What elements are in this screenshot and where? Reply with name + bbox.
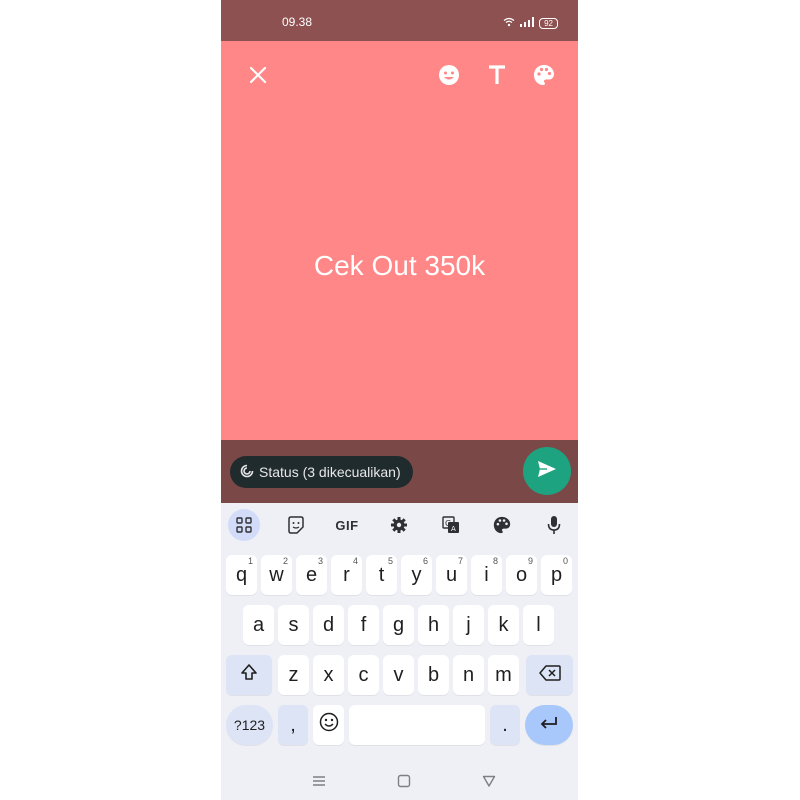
- wifi-icon: [503, 14, 515, 32]
- key-w[interactable]: w2: [261, 555, 292, 595]
- key-f[interactable]: f: [348, 605, 379, 645]
- microphone-icon[interactable]: [538, 509, 570, 541]
- key-d[interactable]: d: [313, 605, 344, 645]
- key-k[interactable]: k: [488, 605, 519, 645]
- comma-key[interactable]: ,: [278, 705, 308, 745]
- status-editor-canvas[interactable]: Cek Out 350k: [221, 41, 578, 440]
- status-icons: 92: [503, 14, 558, 32]
- period-key[interactable]: .: [490, 705, 520, 745]
- phone-screen: 09.38 92 Cek Out 350k Status (3 dikecual…: [221, 0, 578, 800]
- key-hint: 9: [527, 556, 533, 566]
- close-icon[interactable]: [246, 63, 270, 87]
- key-hint: 0: [562, 556, 568, 566]
- key-l[interactable]: l: [523, 605, 554, 645]
- key-z[interactable]: z: [278, 655, 309, 695]
- key-t[interactable]: t5: [366, 555, 397, 595]
- home-icon[interactable]: [394, 771, 414, 791]
- key-a[interactable]: a: [243, 605, 274, 645]
- key-i[interactable]: i8: [471, 555, 502, 595]
- key-m[interactable]: m: [488, 655, 519, 695]
- privacy-icon: [240, 464, 254, 481]
- status-text[interactable]: Cek Out 350k: [221, 250, 578, 282]
- key-label: u: [445, 563, 458, 586]
- text-icon[interactable]: [485, 63, 509, 87]
- clock: 09.38: [282, 15, 313, 29]
- key-row-4: ?123 , .: [221, 705, 578, 745]
- key-b[interactable]: b: [418, 655, 449, 695]
- key-label: r: [343, 563, 350, 586]
- navigation-bar: [221, 761, 578, 800]
- space-bar[interactable]: [349, 705, 485, 745]
- key-label: o: [515, 563, 528, 586]
- key-r[interactable]: r4: [331, 555, 362, 595]
- keyboard-toolbar: GIF GA: [221, 503, 578, 547]
- key-label: y: [411, 563, 422, 586]
- key-hint: 6: [422, 556, 428, 566]
- key-hint: 1: [247, 556, 253, 566]
- signal-icon: [520, 14, 535, 32]
- status-footer: Status (3 dikecualikan): [221, 440, 578, 503]
- send-button[interactable]: [523, 447, 571, 495]
- palette-icon[interactable]: [486, 509, 518, 541]
- key-j[interactable]: j: [453, 605, 484, 645]
- key-hint: 5: [387, 556, 393, 566]
- key-e[interactable]: e3: [296, 555, 327, 595]
- key-label: i: [484, 563, 489, 586]
- emoji-key[interactable]: [313, 705, 344, 745]
- key-hint: 2: [282, 556, 288, 566]
- sticker-icon[interactable]: [280, 509, 312, 541]
- key-label: q: [235, 563, 248, 586]
- backspace-key[interactable]: [526, 655, 573, 695]
- shift-key[interactable]: [226, 655, 272, 695]
- gif-icon[interactable]: GIF: [331, 509, 363, 541]
- audience-selector[interactable]: Status (3 dikecualikan): [230, 456, 413, 488]
- apps-grid-icon[interactable]: [228, 509, 260, 541]
- key-s[interactable]: s: [278, 605, 309, 645]
- emoji-icon[interactable]: [437, 63, 461, 87]
- key-c[interactable]: c: [348, 655, 379, 695]
- key-row-2: a s d f g h j k l: [221, 605, 578, 645]
- key-y[interactable]: y6: [401, 555, 432, 595]
- key-row-1: q1 w2 e3 r4 t5 y6 u7 i8 o9 p0: [221, 555, 578, 595]
- settings-gear-icon[interactable]: [383, 509, 415, 541]
- svg-text:A: A: [451, 525, 456, 533]
- key-q[interactable]: q1: [226, 555, 257, 595]
- keyboard: GIF GA q1 w2 e3 r4 t5 y6 u7 i8 o9 p 0 a …: [221, 503, 578, 800]
- menu-icon[interactable]: [309, 771, 329, 791]
- audience-label: Status (3 dikecualikan): [259, 464, 401, 480]
- symbols-key[interactable]: ?123: [226, 705, 273, 745]
- key-label: t: [378, 563, 385, 586]
- key-x[interactable]: x: [313, 655, 344, 695]
- key-v[interactable]: v: [383, 655, 414, 695]
- palette-icon[interactable]: [532, 63, 556, 87]
- key-n[interactable]: n: [453, 655, 484, 695]
- key-label: w: [269, 563, 284, 586]
- key-label: e: [305, 563, 318, 586]
- key-o[interactable]: o9: [506, 555, 537, 595]
- emoji-icon: [319, 712, 339, 738]
- key-row-3: z x c v b n m: [221, 655, 578, 695]
- translate-icon[interactable]: GA: [435, 509, 467, 541]
- key-p[interactable]: p0: [541, 555, 572, 595]
- back-icon[interactable]: [479, 771, 499, 791]
- status-bar: 09.38 92: [221, 0, 578, 41]
- key-hint: 4: [352, 556, 358, 566]
- key-label: p: [550, 563, 563, 586]
- shift-icon: [240, 663, 258, 687]
- battery-icon: 92: [539, 17, 558, 29]
- key-hint: 7: [457, 556, 463, 566]
- key-hint: 8: [492, 556, 498, 566]
- key-g[interactable]: g: [383, 605, 414, 645]
- key-h[interactable]: h: [418, 605, 449, 645]
- enter-key[interactable]: [525, 705, 573, 745]
- send-icon: [537, 460, 557, 483]
- key-hint: 3: [317, 556, 323, 566]
- enter-icon: [539, 714, 559, 737]
- backspace-icon: [538, 664, 561, 687]
- key-u[interactable]: u7: [436, 555, 467, 595]
